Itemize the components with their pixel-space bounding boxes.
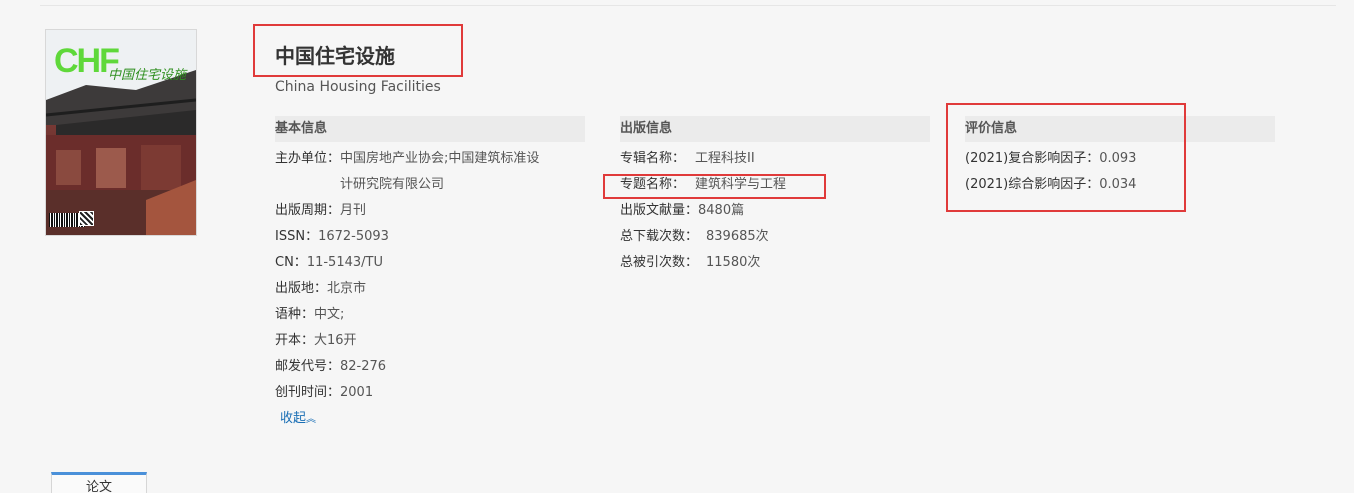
info-row-format: 开本：大16开 <box>275 328 585 354</box>
info-key: 专辑名称： <box>620 151 686 166</box>
info-key: 总被引次数： <box>620 255 699 270</box>
info-value: 8480篇 <box>698 203 745 218</box>
info-key: 创刊时间： <box>275 385 341 400</box>
journal-title: 中国住宅设施 <box>275 44 395 68</box>
collapse-link[interactable]: 收起︽ <box>280 406 585 433</box>
info-key: 主办单位： <box>275 151 341 166</box>
info-key: 邮发代号： <box>275 359 341 374</box>
info-row-frequency: 出版周期：月刊 <box>275 198 585 224</box>
info-row-article-count: 出版文献量：8480篇 <box>620 198 930 224</box>
chevron-up-icon: ︽ <box>306 414 317 425</box>
info-value: 11-5143/TU <box>306 255 383 270</box>
tab-papers[interactable]: 论文 <box>51 472 147 493</box>
info-row-album: 专辑名称： 工程科技II <box>620 146 930 172</box>
top-divider <box>40 5 1336 6</box>
info-key: ISSN： <box>275 229 319 244</box>
info-row-issn: ISSN：1672-5093 <box>275 224 585 250</box>
info-value: 工程科技II <box>695 151 755 166</box>
evaluation-highlight-box <box>946 103 1186 212</box>
basic-info-header: 基本信息 <box>275 116 585 142</box>
topic-highlight-box <box>603 174 826 199</box>
info-value: 82-276 <box>340 359 387 374</box>
info-row-citations: 总被引次数： 11580次 <box>620 250 930 276</box>
journal-english-title: China Housing Facilities <box>275 79 441 95</box>
publish-info-header: 出版信息 <box>620 116 930 142</box>
cover-script-title: 中国住宅设施 <box>108 68 187 83</box>
collapse-label: 收起 <box>280 411 307 426</box>
info-value: 2001 <box>340 385 374 400</box>
info-key: 出版文献量： <box>620 203 699 218</box>
info-row-founded: 创刊时间：2001 <box>275 380 585 406</box>
info-key: 出版周期： <box>275 203 341 218</box>
info-row-cn: CN：11-5143/TU <box>275 250 585 276</box>
info-row-language: 语种：中文; <box>275 302 585 328</box>
info-key: 开本： <box>275 333 315 348</box>
info-value: 中文; <box>314 307 345 322</box>
info-key: 出版地： <box>275 281 328 296</box>
info-value: 中国房地产业协会;中国建筑标准设计研究院有限公司 <box>340 151 540 192</box>
info-key: CN： <box>275 255 307 270</box>
info-row-postal-code: 邮发代号：82-276 <box>275 354 585 380</box>
info-row-downloads: 总下载次数： 839685次 <box>620 224 930 250</box>
info-value: 839685次 <box>706 229 769 244</box>
qr-code-icon <box>79 211 94 226</box>
info-key: 总下载次数： <box>620 229 699 244</box>
journal-detail-page: CHF 中国住宅设施 中国住宅设施 China Housing Faciliti… <box>0 0 1354 493</box>
info-key: 语种： <box>275 307 315 322</box>
info-row-sponsor: 主办单位： 中国房地产业协会;中国建筑标准设计研究院有限公司 <box>275 146 585 198</box>
info-value: 北京市 <box>327 281 367 296</box>
info-value: 大16开 <box>314 333 357 348</box>
info-value: 月刊 <box>340 203 367 218</box>
info-row-location: 出版地：北京市 <box>275 276 585 302</box>
info-value: 11580次 <box>706 255 761 270</box>
info-value: 1672-5093 <box>318 229 389 244</box>
basic-info-section: 基本信息 主办单位： 中国房地产业协会;中国建筑标准设计研究院有限公司 出版周期… <box>275 116 585 433</box>
journal-cover-image: CHF 中国住宅设施 <box>45 29 197 236</box>
